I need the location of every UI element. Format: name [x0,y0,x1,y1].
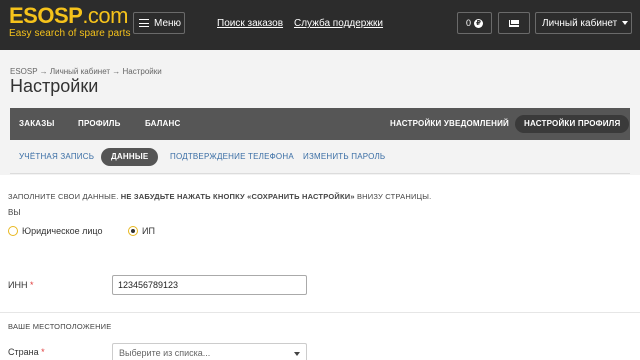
form-notice: ЗАПОЛНИТЕ СВОИ ДАННЫЕ. НЕ ЗАБУДЬТЕ НАЖАТ… [8,192,431,201]
main-tabs-bar: ЗАКАЗЫ ПРОФИЛЬ БАЛАНС НАСТРОЙКИ УВЕДОМЛЕ… [10,108,630,140]
account-dropdown-button[interactable]: Личный кабинет [535,12,632,34]
logo-tagline: Easy search of spare parts [9,28,131,39]
menu-button-label: Меню [154,17,182,29]
notice-text-bold: НЕ ЗАБУДЬТЕ НАЖАТЬ КНОПКУ «СОХРАНИТЬ НАС… [120,192,355,201]
logo-main-text: ESOSP [9,3,83,28]
location-section-header: ВАШЕ МЕСТОПОЛОЖЕНИЕ [0,312,640,338]
site-logo[interactable]: ESOSP.com Easy search of spare parts [9,4,131,40]
tab-profile-settings[interactable]: НАСТРОЙКИ ПРОФИЛЯ [515,115,630,133]
location-section-title: ВАШЕ МЕСТОПОЛОЖЕНИЕ [8,322,112,331]
order-search-link[interactable]: Поиск заказов [217,18,283,29]
logo-wordmark: ESOSP.com [9,4,131,28]
subtab-phone-confirm[interactable]: ПОДТВЕРЖДЕНИЕ ТЕЛЕФОНА [170,140,294,174]
tab-profile[interactable]: ПРОФИЛЬ [78,108,121,140]
breadcrumb: ESOSP → Личный кабинет → Настройки [10,67,162,76]
inn-input[interactable]: 123456789123 [112,275,307,295]
messages-button[interactable] [498,12,530,34]
tab-notification-settings[interactable]: НАСТРОЙКИ УВЕДОМЛЕНИЙ [390,108,509,140]
radio-unchecked-icon [8,226,18,236]
subtab-change-password[interactable]: ИЗМЕНИТЬ ПАРОЛЬ [303,140,385,174]
envelope-icon [509,19,519,27]
menu-button[interactable]: Меню [133,12,185,34]
country-label-text: Страна [8,347,39,357]
top-header: ESOSP.com Easy search of spare parts Мен… [0,0,640,50]
hamburger-icon [139,19,149,27]
ruble-icon: ₽ [474,18,483,28]
chevron-down-icon [294,352,300,356]
balance-amount: 0 [465,18,471,28]
subtab-account[interactable]: УЧЁТНАЯ ЗАПИСЬ [19,140,94,174]
inn-label: ИНН * [8,280,34,290]
account-label: Личный кабинет [542,17,618,29]
radio-legal-entity-label: Юридическое лицо [22,226,103,236]
tab-balance[interactable]: БАЛАНС [145,108,180,140]
required-mark: * [29,280,34,290]
country-label: Страна * [8,347,45,357]
chevron-down-icon [622,21,629,25]
tab-orders[interactable]: ЗАКАЗЫ [19,108,55,140]
sub-tabs-bar: УЧЁТНАЯ ЗАПИСЬ ДАННЫЕ ПОДТВЕРЖДЕНИЕ ТЕЛЕ… [10,140,630,174]
country-select-placeholder: Выберите из списка... [119,348,211,358]
radio-ip[interactable]: ИП [128,226,155,236]
notice-text-start: ЗАПОЛНИТЕ СВОИ ДАННЫЕ. [8,192,121,201]
page-title: Настройки [10,76,99,96]
inn-label-text: ИНН [8,280,28,290]
logo-dotcom: .com [82,3,128,28]
support-link[interactable]: Служба поддержки [294,18,383,29]
entity-type-label: ВЫ [8,208,21,217]
radio-checked-icon [128,226,138,236]
subtab-data[interactable]: ДАННЫЕ [101,148,159,166]
notice-text-end: ВНИЗУ СТРАНИЦЫ. [354,192,432,201]
required-mark: * [41,347,45,357]
country-select[interactable]: Выберите из списка... [112,343,307,360]
balance-button[interactable]: 0 ₽ [457,12,492,34]
radio-legal-entity[interactable]: Юридическое лицо [8,226,103,236]
profile-data-form: ЗАПОЛНИТЕ СВОИ ДАННЫЕ. НЕ ЗАБУДЬТЕ НАЖАТ… [0,175,640,360]
radio-ip-label: ИП [142,226,155,236]
